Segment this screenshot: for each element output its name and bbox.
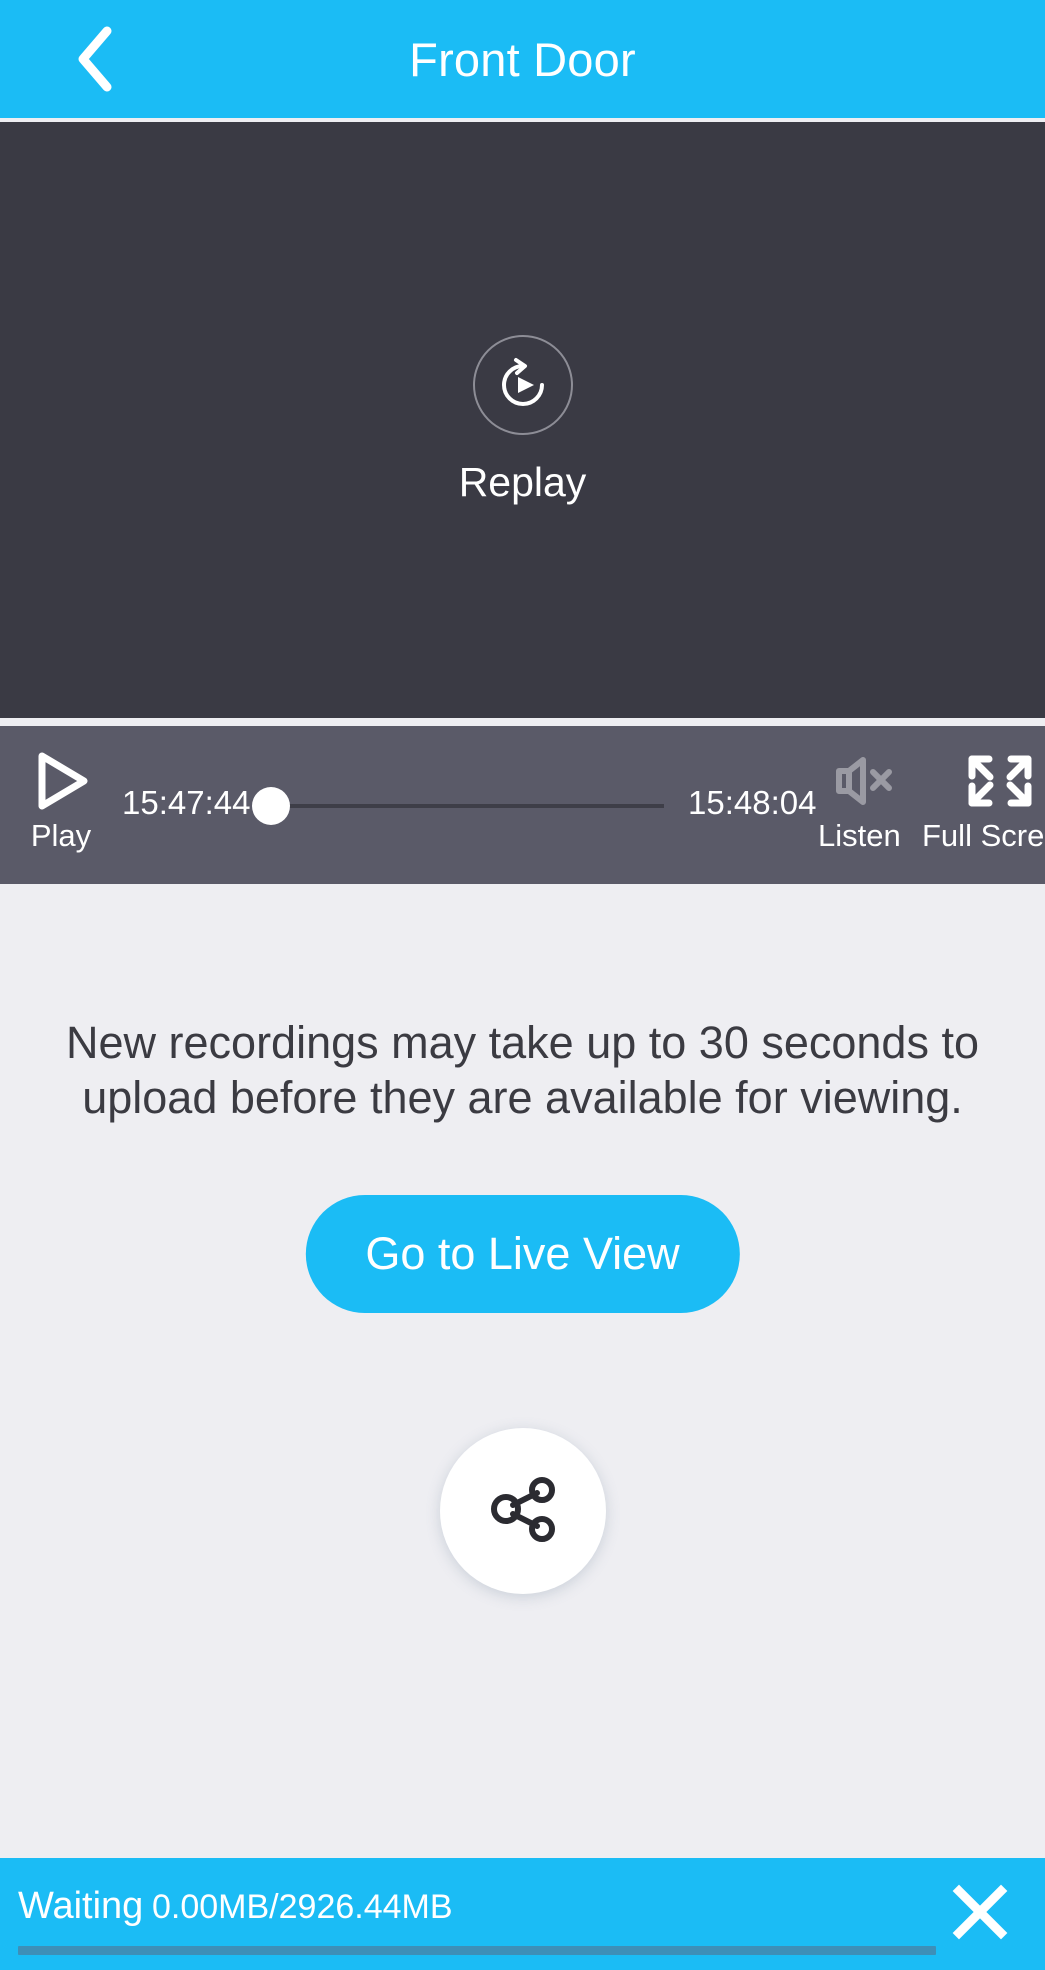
seek-track[interactable] [268,804,664,808]
playback-start-time: 15:47:44 [122,784,251,821]
main-content: New recordings may take up to 30 seconds… [0,884,1045,1858]
play-triangle-icon [32,750,90,812]
share-button[interactable] [439,1428,606,1594]
seek-thumb[interactable] [252,787,290,825]
chevron-left-icon [73,25,117,93]
playback-end-time: 15:48:04 [688,784,817,821]
fullscreen-expand-icon [963,750,1037,812]
listen-button-label: Listen [818,818,901,853]
replay-icon[interactable] [472,334,573,435]
status-size-label: 0.00MB/2926.44MB [152,1888,453,1926]
replay-label: Replay [458,458,587,505]
fullscreen-button-label: Full Screen [922,818,1045,853]
back-button[interactable] [40,0,150,118]
speaker-muted-icon [821,750,897,812]
share-nodes-icon [487,1473,559,1550]
seek-bar[interactable] [252,787,664,825]
download-progress-bar[interactable] [18,1946,936,1955]
playback-control-bar: Play 15:47:44 15:48:04 Listen Full Scre [0,726,1045,884]
page-title: Front Door [409,32,636,86]
listen-button[interactable]: Listen [818,750,901,854]
upload-notice-text: New recordings may take up to 30 seconds… [66,1017,979,1123]
video-container: Replay [0,118,1045,718]
play-button[interactable]: Play [30,750,92,854]
close-status-button[interactable] [937,1871,1023,1957]
app-header: Front Door [0,0,1045,118]
fullscreen-button[interactable]: Full Screen [922,750,1045,854]
close-x-icon [947,1879,1013,1950]
video-player[interactable]: Replay [0,122,1045,718]
play-button-label: Play [30,818,92,853]
download-status-bar: Waiting 0.00MB/2926.44MB [0,1858,1045,1970]
status-state-label: Waiting [18,1885,144,1927]
camera-playback-screen: Front Door Replay Play 15:47:44 15:48:04… [0,0,1045,1970]
go-to-live-view-button[interactable]: Go to Live View [305,1195,740,1313]
